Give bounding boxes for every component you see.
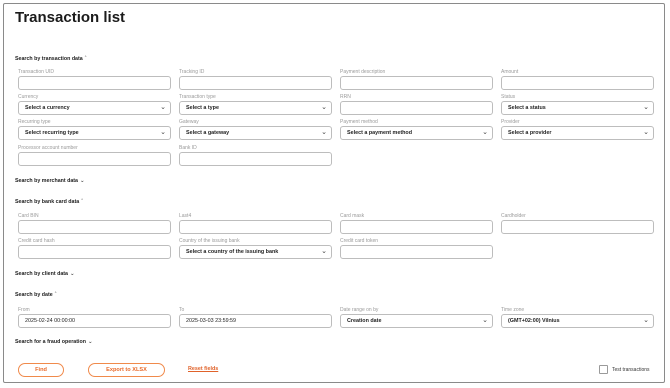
- chevron-down-icon: ⌄: [482, 317, 488, 324]
- transaction-type-select[interactable]: Select a type ⌄: [179, 101, 332, 115]
- chevron-down-icon: ⌄: [87, 339, 93, 345]
- recurring-type-label: Recurring type: [18, 119, 51, 125]
- chevron-down-icon: ⌄: [80, 178, 85, 184]
- status-select[interactable]: Select a status ⌄: [501, 101, 654, 115]
- payment-description-input[interactable]: [340, 76, 493, 90]
- credit-card-hash-input[interactable]: [18, 245, 171, 259]
- card-bin-label: Card BIN: [18, 213, 39, 219]
- page-title: Transaction list: [15, 9, 126, 26]
- date-range-select[interactable]: Creation date ⌄: [340, 314, 493, 328]
- cardholder-input[interactable]: [501, 220, 654, 234]
- time-zone-select[interactable]: (GMT+02:00) Vilnius ⌄: [501, 314, 654, 328]
- tracking-id-input[interactable]: [179, 76, 332, 90]
- bank-id-label: Bank ID: [179, 145, 197, 151]
- recurring-type-select[interactable]: Select recurring type ⌄: [18, 126, 171, 140]
- provider-select[interactable]: Select a provider ⌄: [501, 126, 654, 140]
- find-button[interactable]: Find: [18, 363, 64, 377]
- date-range-label: Date range on by: [340, 307, 379, 313]
- issuing-country-label: Country of the issuing bank: [179, 238, 240, 244]
- currency-label: Currency: [18, 94, 39, 100]
- provider-label: Provider: [501, 119, 520, 125]
- chevron-down-icon: ⌄: [321, 248, 327, 255]
- gateway-label: Gateway: [179, 119, 199, 125]
- last4-input[interactable]: [179, 220, 332, 234]
- issuing-country-select[interactable]: Select a country of the issuing bank ⌄: [179, 245, 332, 259]
- transaction-uid-input[interactable]: [18, 76, 171, 90]
- reset-fields-link[interactable]: Reset fields: [188, 366, 218, 372]
- tracking-id-label: Tracking ID: [179, 69, 205, 75]
- transaction-type-label: Transaction type: [179, 94, 216, 100]
- section-toggle-client[interactable]: Search by client data ⌄: [15, 271, 74, 277]
- payment-method-label: Payment method: [340, 119, 378, 125]
- status-label: Status: [501, 94, 516, 100]
- card-mask-input[interactable]: [340, 220, 493, 234]
- amount-input[interactable]: [501, 76, 654, 90]
- chevron-down-icon: ⌄: [321, 104, 327, 111]
- chevron-down-icon: ⌄: [70, 271, 75, 277]
- processor-account-number-input[interactable]: [18, 152, 171, 166]
- credit-card-token-label: Credit card token: [340, 238, 379, 244]
- chevron-down-icon: ⌄: [643, 317, 649, 324]
- chevron-down-icon: ⌄: [482, 129, 488, 136]
- payment-method-select[interactable]: Select a payment method ⌄: [340, 126, 493, 140]
- section-toggle-transaction[interactable]: Search by transaction data ˆ: [15, 56, 86, 62]
- payment-description-label: Payment description: [340, 69, 386, 75]
- chevron-down-icon: ⌄: [643, 129, 649, 136]
- credit-card-hash-label: Credit card hash: [18, 238, 55, 244]
- chevron-down-icon: ⌄: [321, 129, 327, 136]
- bank-id-input[interactable]: [179, 152, 332, 166]
- cardholder-label: Cardholder: [501, 213, 526, 219]
- section-toggle-bank-card[interactable]: Search by bank card data ˆ: [15, 199, 83, 205]
- chevron-up-icon: ˆ: [84, 56, 87, 62]
- to-label: To: [179, 307, 185, 313]
- section-toggle-fraud[interactable]: Search for a fraud operation ⌄: [15, 339, 92, 345]
- last4-label: Last4: [179, 213, 192, 219]
- test-transactions-label: Test transactions: [612, 367, 650, 373]
- transaction-uid-label: Transaction UID: [18, 69, 54, 75]
- from-label: From: [18, 307, 30, 313]
- time-zone-label: Time zone: [501, 307, 525, 313]
- currency-select[interactable]: Select a currency ⌄: [18, 101, 171, 115]
- section-toggle-merchant[interactable]: Search by merchant data ⌄: [15, 178, 84, 184]
- amount-label: Amount: [501, 69, 519, 75]
- test-transactions-checkbox[interactable]: [599, 365, 608, 374]
- card-mask-label: Card mask: [340, 213, 365, 219]
- chevron-up-icon: ˆ: [54, 292, 57, 298]
- chevron-up-icon: ˆ: [81, 199, 83, 205]
- section-toggle-date[interactable]: Search by date ˆ: [15, 292, 56, 298]
- chevron-down-icon: ⌄: [160, 104, 166, 111]
- credit-card-token-input[interactable]: [340, 245, 493, 259]
- rrn-input[interactable]: [340, 101, 493, 115]
- chevron-down-icon: ⌄: [160, 129, 166, 136]
- chevron-down-icon: ⌄: [643, 104, 649, 111]
- card-bin-input[interactable]: [18, 220, 171, 234]
- processor-account-number-label: Processor account number: [18, 145, 78, 151]
- from-date-input[interactable]: 2025-02-24 00:00:00: [18, 314, 171, 328]
- to-date-input[interactable]: 2025-03-03 23:59:59: [179, 314, 332, 328]
- export-xlsx-button[interactable]: Export to XLSX: [88, 363, 165, 377]
- gateway-select[interactable]: Select a gateway ⌄: [179, 126, 332, 140]
- rrn-label: RRN: [340, 94, 351, 100]
